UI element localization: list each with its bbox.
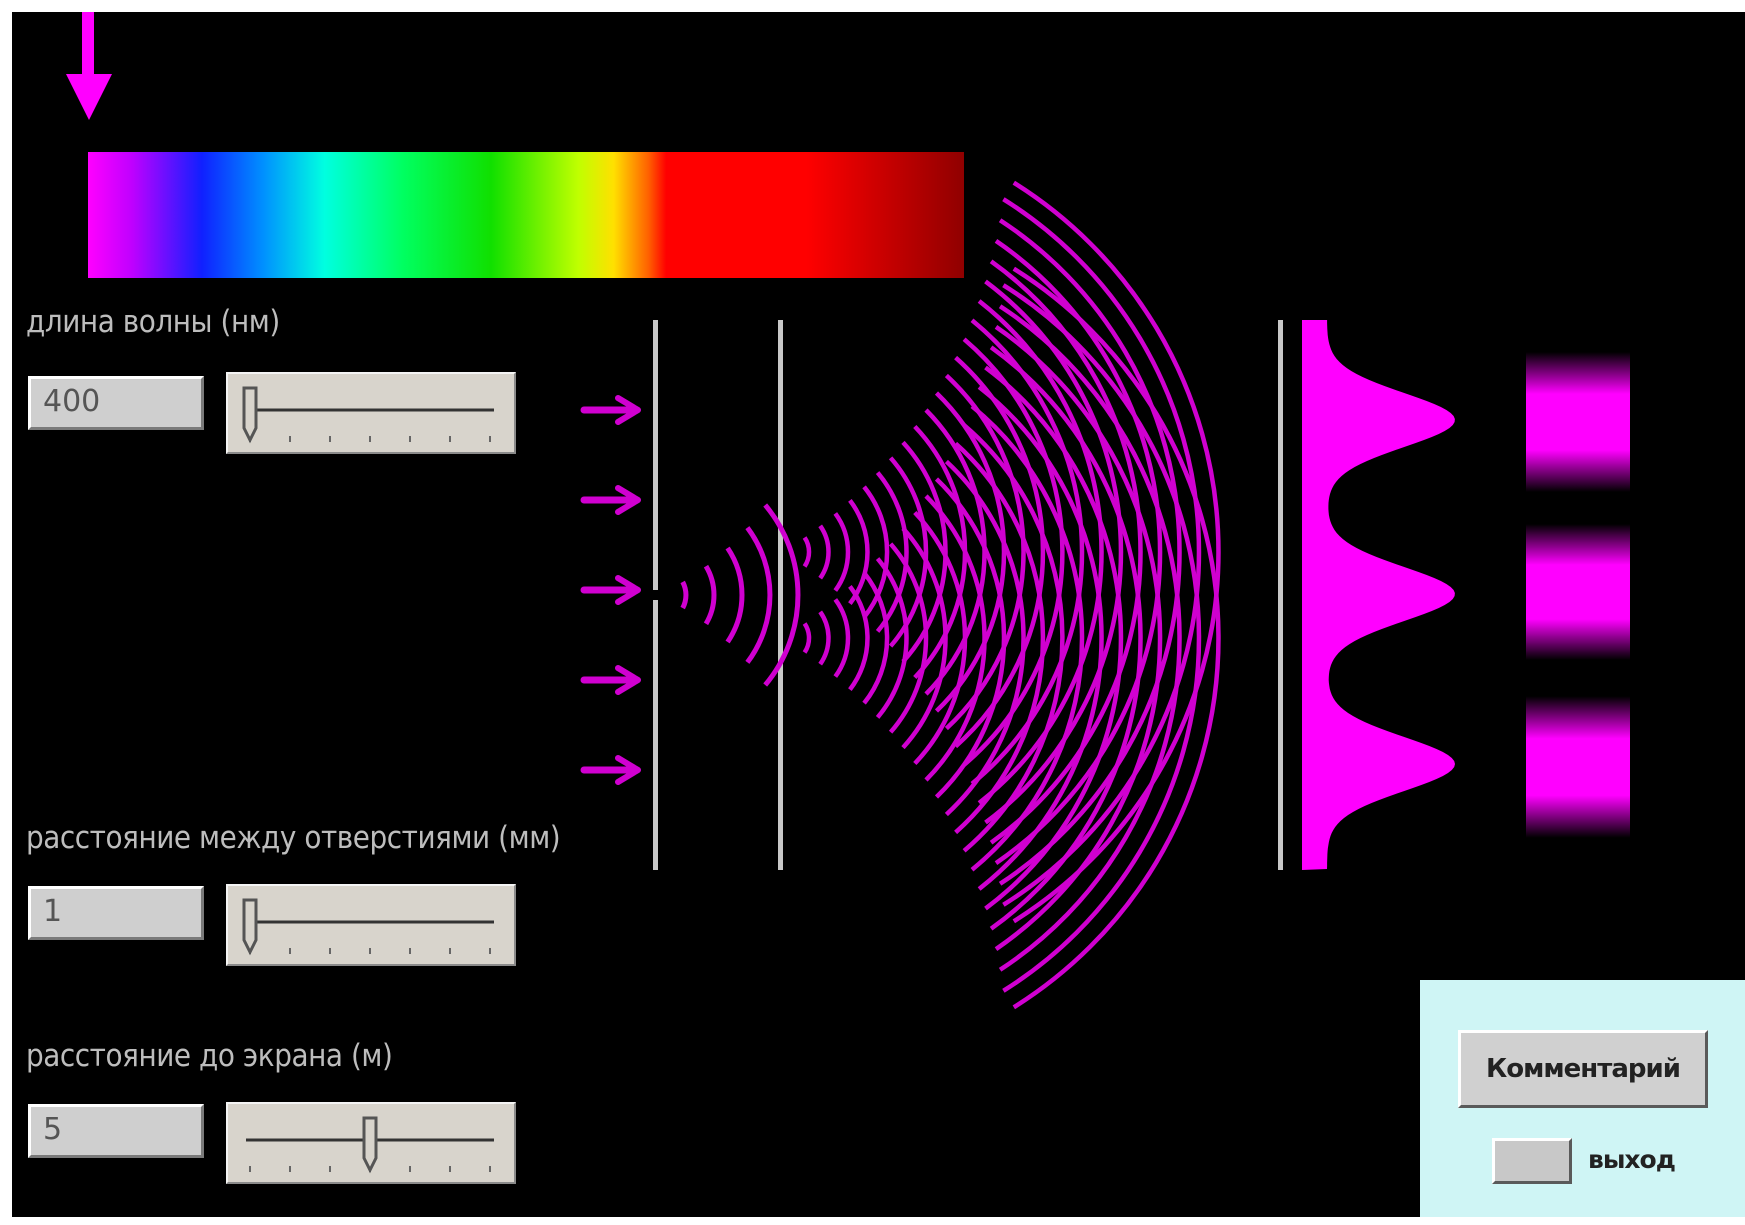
wave-front bbox=[818, 524, 831, 580]
fringe-pattern bbox=[1526, 352, 1630, 838]
wave-front bbox=[833, 598, 851, 678]
interference-simulator: длина волны (нм) 400 расстояние между от… bbox=[12, 12, 1745, 1217]
intensity-profile bbox=[1302, 320, 1455, 870]
wave-fronts bbox=[680, 180, 1221, 1010]
control-panel: Комментарий выход bbox=[1420, 980, 1745, 1217]
observation-screen bbox=[1278, 320, 1283, 870]
single-slit-barrier-bottom bbox=[653, 600, 658, 870]
wave-front bbox=[725, 546, 745, 644]
wave-front bbox=[703, 564, 717, 626]
wave-front bbox=[802, 536, 812, 568]
exit-button[interactable] bbox=[1492, 1138, 1572, 1184]
slit-barriers bbox=[653, 320, 1283, 870]
wave-front bbox=[833, 512, 851, 592]
bright-fringe bbox=[1526, 352, 1630, 492]
right-arrow-icon bbox=[580, 755, 641, 785]
exit-label: выход bbox=[1588, 1145, 1676, 1174]
right-arrow-icon bbox=[580, 665, 641, 695]
right-arrow-icon bbox=[580, 485, 641, 515]
bright-fringe bbox=[1526, 696, 1630, 838]
wave-front bbox=[802, 622, 812, 654]
comment-button[interactable]: Комментарий bbox=[1458, 1030, 1708, 1108]
bright-fringe bbox=[1526, 524, 1630, 660]
wave-front bbox=[745, 526, 773, 664]
double-slit-barrier bbox=[778, 320, 783, 870]
right-arrow-icon bbox=[580, 395, 641, 425]
wave-front bbox=[680, 580, 689, 610]
wave-front bbox=[818, 610, 831, 666]
single-slit-barrier-top bbox=[653, 320, 658, 590]
right-arrow-icon bbox=[580, 575, 641, 605]
incident-light-arrows bbox=[580, 395, 641, 785]
